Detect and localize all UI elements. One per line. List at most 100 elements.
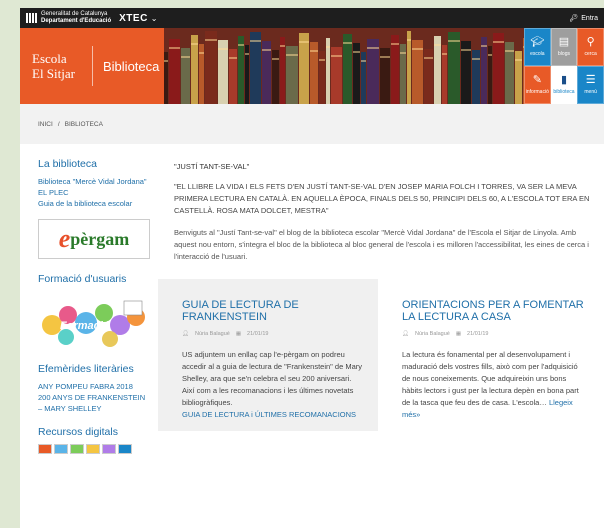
book-spine: [205, 31, 217, 104]
book-spine-band: [493, 41, 504, 43]
book-spine-band: [367, 47, 379, 49]
book-spine-band: [218, 48, 228, 50]
sidebar-link-frankenstein[interactable]: 200 ANYS DE FRANKENSTEIN – MARY SHELLEY: [38, 392, 150, 414]
book-spine-band: [229, 57, 237, 59]
xtec-logo[interactable]: XTEC: [119, 13, 148, 24]
epergam-logo-link[interactable]: e pèrgam: [38, 219, 150, 259]
tile-informacio[interactable]: ✎ informació: [524, 66, 551, 104]
book-spine: [391, 35, 399, 104]
book-spine-band: [461, 49, 471, 51]
post-card: ORIENTACIONS PER A FOMENTAR LA LECTURA A…: [378, 279, 598, 431]
formacio-label: Formació: [60, 320, 110, 332]
book-spine-band: [164, 60, 168, 62]
book-spine-band: [523, 46, 524, 48]
book-spine-band: [442, 53, 447, 55]
author-icon: 👤︎: [182, 331, 189, 337]
book-spine-band: [319, 59, 325, 61]
epergam-e: e: [58, 224, 71, 253]
recurs-thumb: [102, 444, 116, 454]
book-spine-band: [280, 45, 285, 47]
calendar-icon: ▦: [235, 331, 242, 337]
book-spine-band: [434, 44, 441, 46]
gencat-logo-link[interactable]: Generalitat de Catalunya Departament d'E…: [26, 11, 111, 25]
card-meta: 👤︎ Núria Balagué ▦ 21/01/19: [182, 331, 364, 337]
book-spine: [280, 37, 285, 104]
card-date: 21/01/19: [467, 331, 489, 337]
site-header: Escola El Sitjar Biblioteca 🎓︎ escola ▤ …: [20, 28, 604, 104]
browser-frame: Generalitat de Catalunya Departament d'E…: [20, 8, 604, 528]
menu-icon: ☰: [585, 74, 596, 86]
calendar-icon: ▦: [455, 331, 462, 337]
card-author[interactable]: Núria Balagué: [195, 331, 230, 337]
sidebar-link-pompeu-fabra[interactable]: ANY POMPEU FABRA 2018: [38, 381, 150, 392]
site-brand[interactable]: Escola El Sitjar Biblioteca: [20, 28, 164, 104]
breadcrumb-current: BIBLIOTECA: [64, 120, 103, 128]
book-spine: [191, 35, 198, 104]
book-spine: [299, 33, 309, 104]
book-spine-band: [310, 50, 318, 52]
blog-icon: ▤: [558, 36, 570, 48]
book-spine-band: [331, 55, 342, 57]
school-name: Escola El Sitjar: [32, 51, 75, 81]
card-title[interactable]: ORIENTACIONS PER A FOMENTAR LA LECTURA A…: [402, 299, 584, 323]
recursos-thumbnails[interactable]: [38, 444, 150, 454]
tile-cerca[interactable]: ⚲ cerca: [577, 28, 604, 66]
bookshelf-illustration: [164, 31, 524, 104]
gencat-logo-icon: [26, 13, 37, 23]
recurs-thumb: [86, 444, 100, 454]
login-link[interactable]: 🔑︎ Entra: [569, 14, 598, 23]
book-spine: [319, 51, 325, 104]
recurs-thumb: [38, 444, 52, 454]
book-spine-band: [391, 43, 399, 45]
post-body: Benviguts al "Justí Tant-se-val" el blog…: [174, 228, 589, 261]
recurs-thumb: [118, 444, 132, 454]
book-spine-band: [400, 52, 406, 54]
formacio-illustration: Formació: [42, 300, 145, 347]
graduation-cap-icon: 🎓︎: [530, 36, 545, 48]
card-text: US adjuntem un enllaç cap l'e-pèrgam on …: [182, 350, 363, 407]
post-cards: GUIA DE LECTURA DE FRANKENSTEIN 👤︎ Núria…: [158, 279, 598, 431]
sidebar-link-guia-biblioteca[interactable]: Guia de la biblioteca escolar: [38, 198, 150, 209]
book-spine-band: [515, 59, 522, 61]
tile-biblioteca[interactable]: ▮ biblioteca: [550, 66, 578, 104]
book-spine-band: [412, 48, 423, 50]
breadcrumb: INICI / BIBLIOTECA: [20, 104, 604, 144]
book-spine-band: [191, 43, 198, 45]
book-spine: [407, 31, 411, 104]
chevron-down-icon[interactable]: ⌄: [151, 14, 158, 23]
book-spine-band: [262, 49, 271, 51]
header-bookshelf-image: [164, 28, 524, 104]
book-spine-band: [424, 57, 433, 59]
sidebar-title-formacio: Formació d'usuaris: [38, 273, 127, 285]
sidebar-link-el-plec[interactable]: EL PLEC: [38, 187, 150, 198]
book-spine-band: [353, 51, 360, 53]
formacio-image-link[interactable]: Formació: [38, 295, 150, 351]
book-spine-band: [448, 40, 460, 42]
sidebar-title-biblioteca: La biblioteca: [38, 158, 97, 170]
book-spine: [481, 37, 487, 104]
tile-blogs[interactable]: ▤ blogs: [550, 28, 578, 66]
book-spine: [515, 51, 522, 104]
tile-menu[interactable]: ☰ menú: [577, 66, 604, 104]
card-link[interactable]: GUIA DE LECTURA i ÚLTIMES RECOMANACIONS: [182, 409, 364, 421]
book-spine-band: [361, 60, 366, 62]
card-author[interactable]: Núria Balagué: [415, 331, 450, 337]
book-spine: [343, 34, 352, 104]
book-spine-band: [299, 41, 309, 43]
sidebar-link-biblioteca-merce[interactable]: Biblioteca "Mercè Vidal Jordana": [38, 176, 150, 187]
book-spine: [164, 52, 168, 104]
book-spine-band: [286, 54, 298, 56]
card-title[interactable]: GUIA DE LECTURA DE FRANKENSTEIN: [182, 299, 364, 323]
breadcrumb-home[interactable]: INICI: [38, 121, 53, 128]
card-date: 21/01/19: [247, 331, 269, 337]
book-spine-band: [505, 50, 514, 52]
book-spine: [448, 32, 460, 104]
book-spine-band: [481, 45, 487, 47]
epergam-text: pèrgam: [70, 228, 130, 249]
top-bar: Generalitat de Catalunya Departament d'E…: [20, 8, 604, 28]
book-icon: ▮: [560, 74, 568, 86]
tile-escola[interactable]: 🎓︎ escola: [524, 28, 551, 66]
post-quote: "EL LLIBRE LA VIDA I ELS FETS D'EN JUSTÍ…: [174, 182, 590, 215]
login-label: Entra: [581, 14, 598, 22]
search-icon: ⚲: [586, 36, 595, 48]
